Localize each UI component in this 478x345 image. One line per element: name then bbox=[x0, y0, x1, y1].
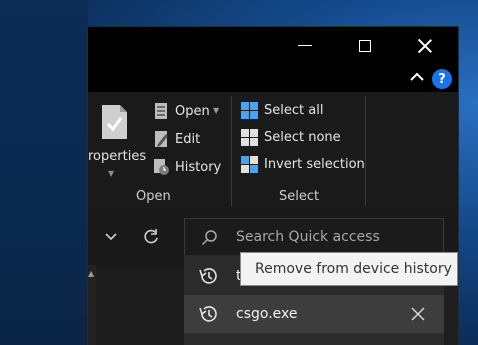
select-group-label: Select bbox=[279, 189, 320, 204]
help-button[interactable]: ? bbox=[432, 69, 452, 89]
select-all-button[interactable]: Select all bbox=[241, 102, 323, 119]
properties-icon bbox=[102, 105, 127, 139]
maximize-button[interactable] bbox=[342, 27, 388, 64]
properties-label: roperties bbox=[88, 149, 147, 164]
properties-dropdown-icon: ▼ bbox=[108, 169, 115, 178]
help-icon: ? bbox=[438, 71, 446, 87]
history-clock-icon bbox=[199, 306, 217, 322]
remove-suggestion-icon[interactable] bbox=[410, 306, 426, 322]
ribbon-toggle-row bbox=[88, 64, 458, 92]
navigation-pane: ▲ bbox=[88, 265, 184, 345]
search-icon bbox=[201, 230, 217, 246]
open-dropdown-icon[interactable]: ▼ bbox=[213, 106, 219, 115]
edit-button[interactable]: Edit bbox=[152, 130, 200, 148]
history-button[interactable]: History bbox=[152, 158, 221, 176]
close-icon bbox=[418, 39, 432, 53]
select-all-label: Select all bbox=[264, 103, 324, 118]
history-label: History bbox=[175, 159, 222, 175]
invert-selection-label: Invert selection bbox=[264, 157, 365, 172]
tooltip: Remove from device history bbox=[240, 252, 458, 286]
history-icon bbox=[154, 159, 169, 175]
ribbon-divider bbox=[365, 96, 366, 206]
select-none-icon bbox=[241, 129, 258, 146]
close-button[interactable] bbox=[402, 27, 448, 64]
open-label: Open bbox=[175, 103, 210, 119]
desktop-left-panel bbox=[0, 0, 88, 345]
edit-label: Edit bbox=[175, 131, 201, 147]
ribbon-divider bbox=[231, 96, 232, 206]
collapse-ribbon-icon[interactable] bbox=[409, 69, 425, 85]
suggestion-item[interactable]: csgo.exe bbox=[184, 295, 444, 333]
select-none-button[interactable]: Select none bbox=[241, 129, 341, 146]
edit-icon bbox=[155, 131, 168, 147]
select-none-label: Select none bbox=[264, 130, 341, 145]
open-button[interactable]: Open bbox=[152, 102, 210, 120]
recent-locations-chevron-icon[interactable] bbox=[105, 231, 117, 243]
navigation-pane-scrollbar[interactable]: ▲ bbox=[88, 265, 96, 345]
invert-selection-button[interactable]: Invert selection bbox=[241, 156, 365, 173]
open-icon bbox=[155, 103, 167, 119]
suggestion-text: csgo.exe bbox=[236, 306, 298, 322]
select-all-icon bbox=[241, 102, 258, 119]
minimize-icon bbox=[298, 45, 312, 46]
refresh-icon[interactable] bbox=[142, 228, 160, 246]
search-input[interactable]: Search Quick access bbox=[184, 218, 444, 256]
title-bar bbox=[88, 27, 458, 64]
search-placeholder: Search Quick access bbox=[236, 229, 380, 245]
maximize-icon bbox=[359, 39, 371, 52]
file-explorer-window: ? roperties ▼ Open ▼ Edit History Open S… bbox=[88, 27, 458, 345]
scroll-up-icon[interactable]: ▲ bbox=[88, 269, 94, 278]
history-clock-icon bbox=[199, 268, 217, 284]
invert-selection-icon bbox=[241, 156, 258, 173]
open-group-label: Open bbox=[136, 189, 171, 204]
minimize-button[interactable] bbox=[282, 27, 328, 64]
ribbon: roperties ▼ Open ▼ Edit History Open Sel… bbox=[88, 92, 458, 212]
